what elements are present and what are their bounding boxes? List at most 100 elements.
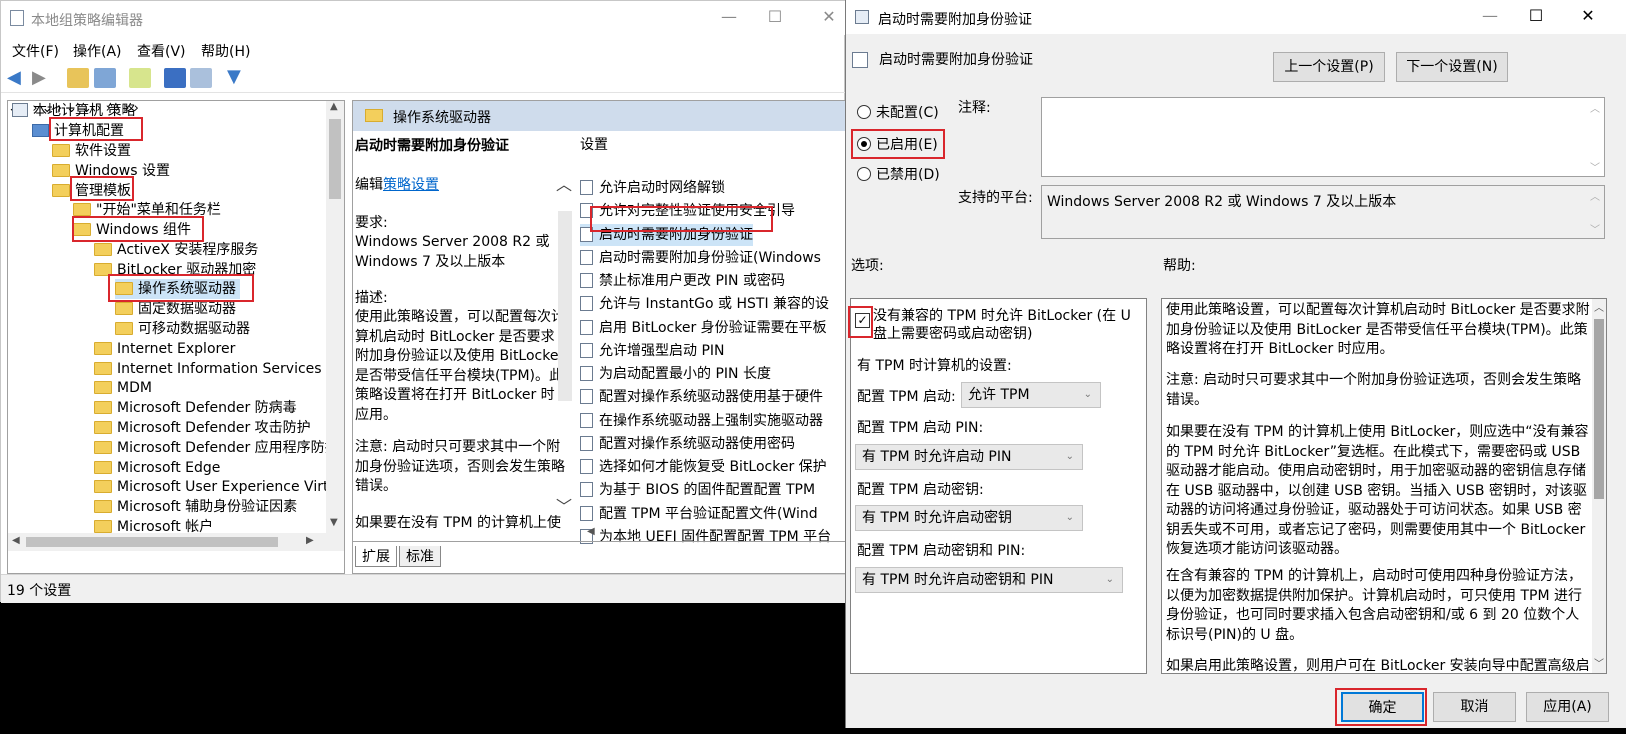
scroll-up-icon[interactable]: ︿: [1594, 299, 1604, 314]
list-scroll-down-icon[interactable]: ﹀: [556, 493, 572, 517]
close-icon[interactable]: ✕: [1568, 6, 1608, 30]
tree-vertical-scrollbar[interactable]: ▲ ▼: [326, 101, 344, 533]
menu-file[interactable]: 文件(F): [12, 41, 59, 61]
close-icon[interactable]: ✕: [809, 7, 849, 31]
settings-column-header[interactable]: 设置: [580, 133, 608, 157]
tree-computer-config[interactable]: 计算机配置: [32, 121, 124, 141]
setting-item[interactable]: 配置 TPM 平台验证配置文件(Wind: [580, 503, 818, 525]
tree-aux-auth[interactable]: Microsoft 辅助身份验证因素: [94, 497, 297, 517]
scroll-down-icon[interactable]: ﹀: [1590, 221, 1600, 236]
tab-extended[interactable]: 扩展: [355, 546, 397, 567]
setting-item[interactable]: 启动时需要附加身份验证: [580, 224, 753, 246]
setting-item[interactable]: 配置对操作系统驱动器使用基于硬件: [580, 386, 823, 408]
tree-start-menu[interactable]: "开始"菜单和任务栏: [73, 200, 221, 220]
ok-button[interactable]: 确定: [1341, 692, 1424, 722]
scroll-up-icon[interactable]: ︿: [1590, 100, 1600, 115]
scroll-thumb[interactable]: [1594, 319, 1604, 499]
help-panel: 使用此策略设置，可以配置每次计算机启动时 BitLocker 是否要求附加身份验…: [1161, 298, 1607, 674]
folder-icon: [73, 203, 91, 216]
setting-item[interactable]: 配置对操作系统驱动器使用密码: [580, 433, 795, 455]
tab-standard[interactable]: 标准: [399, 546, 441, 567]
checkbox-label-line1[interactable]: 没有兼容的 TPM 时允许 BitLocker (在 U: [873, 305, 1131, 325]
scroll-thumb[interactable]: [26, 537, 278, 547]
tree-windows-components[interactable]: Windows 组件: [73, 220, 191, 240]
tree-windows-settings[interactable]: Windows 设置: [52, 161, 170, 181]
setting-item[interactable]: 允许与 InstantGo 或 HSTI 兼容的设: [580, 293, 829, 315]
tree-admin-templates[interactable]: 管理模板: [52, 181, 131, 201]
scroll-down-icon[interactable]: ﹀: [1594, 655, 1604, 670]
maximize-icon[interactable]: ☐: [1516, 6, 1556, 30]
properties-icon[interactable]: [190, 68, 212, 88]
radio-disabled[interactable]: [857, 167, 871, 181]
radio-enabled-label[interactable]: 已启用(E): [876, 134, 938, 154]
edit-policy-link[interactable]: 策略设置: [383, 177, 439, 193]
radio-not-configured[interactable]: [857, 105, 871, 119]
setting-item[interactable]: 禁止标准用户更改 PIN 或密码: [580, 270, 785, 292]
tree-activex[interactable]: ActiveX 安装程序服务: [94, 240, 258, 260]
help-scrollbar[interactable]: ︿ ﹀: [1592, 299, 1606, 673]
tree-bitlocker[interactable]: BitLocker 驱动器加密: [94, 260, 256, 280]
show-hide-tree-icon[interactable]: [94, 68, 116, 88]
scroll-down-icon[interactable]: ▼: [330, 517, 338, 528]
tpm-startup-select[interactable]: 允许 TPM ⌄: [961, 382, 1101, 408]
setting-item[interactable]: 启用 BitLocker 身份验证需要在平板: [580, 317, 827, 339]
setting-item[interactable]: 在操作系统驱动器上强制实施驱动器: [580, 410, 823, 432]
checkbox-label-line2[interactable]: 盘上需要密码或启动密钥): [873, 323, 1032, 343]
scroll-up-icon[interactable]: ▲: [330, 101, 338, 112]
scroll-right-icon[interactable]: ▶: [306, 535, 314, 546]
up-folder-icon[interactable]: [67, 68, 89, 88]
setting-item[interactable]: 允许增强型启动 PIN: [580, 340, 725, 362]
tree-root[interactable]: 本地计算机 策略: [12, 101, 135, 121]
scroll-left-icon[interactable]: ◀: [12, 535, 20, 546]
tree-iis[interactable]: Internet Information Services: [94, 359, 322, 379]
export-list-icon[interactable]: [129, 68, 151, 88]
allow-without-tpm-checkbox[interactable]: ✓: [855, 313, 870, 328]
list-scrollbar-track[interactable]: [558, 211, 572, 401]
tree-removable-drives[interactable]: 可移动数据驱动器: [115, 319, 250, 339]
minimize-icon[interactable]: —: [1470, 6, 1510, 30]
tree-horizontal-scrollbar[interactable]: ◀ ▶: [8, 533, 344, 551]
tpm-pin-select[interactable]: 有 TPM 时允许启动 PIN ⌄: [855, 444, 1083, 470]
menu-help[interactable]: 帮助(H): [201, 41, 250, 61]
tree-ie[interactable]: Internet Explorer: [94, 339, 235, 359]
setting-item[interactable]: 允许启动时网络解锁: [580, 177, 725, 199]
setting-item[interactable]: 为基于 BIOS 的固件配置配置 TPM: [580, 479, 815, 501]
forward-icon[interactable]: ▶: [32, 67, 46, 88]
tree-edge[interactable]: Microsoft Edge: [94, 458, 220, 478]
radio-disabled-label[interactable]: 已禁用(D): [876, 164, 940, 184]
filter-icon[interactable]: ▼: [227, 66, 241, 87]
tree-defender-exploit[interactable]: Microsoft Defender 攻击防护: [94, 418, 311, 438]
tree-software-settings[interactable]: 软件设置: [52, 141, 131, 161]
menu-view[interactable]: 查看(V): [137, 41, 186, 61]
cancel-button[interactable]: 取消: [1433, 692, 1516, 722]
tree-defender-av[interactable]: Microsoft Defender 防病毒: [94, 398, 297, 418]
apply-button[interactable]: 应用(A): [1526, 692, 1609, 722]
scroll-up-icon[interactable]: ︿: [1590, 188, 1600, 203]
scroll-down-icon[interactable]: ﹀: [1590, 159, 1600, 174]
tree-fixed-drives[interactable]: 固定数据驱动器: [115, 299, 236, 319]
setting-item[interactable]: 允许对完整性验证使用安全引导: [580, 200, 795, 222]
setting-item[interactable]: 启动时需要附加身份验证(Windows: [580, 247, 821, 269]
prev-setting-button[interactable]: 上一个设置(P): [1273, 52, 1385, 82]
setting-item[interactable]: 为启动配置最小的 PIN 长度: [580, 363, 771, 385]
scroll-thumb[interactable]: [329, 119, 341, 199]
setting-item[interactable]: 选择如何才能恢复受 BitLocker 保护: [580, 456, 827, 478]
tree-defender-app[interactable]: Microsoft Defender 应用程序防护: [94, 438, 339, 458]
tree-mdm[interactable]: MDM: [94, 378, 152, 398]
menu-action[interactable]: 操作(A): [73, 41, 122, 61]
tree-uev[interactable]: Microsoft User Experience Virtual: [94, 477, 344, 497]
minimize-icon[interactable]: —: [709, 7, 749, 31]
maximize-icon[interactable]: ☐: [755, 7, 795, 31]
radio-not-configured-label[interactable]: 未配置(C): [876, 102, 939, 122]
list-scroll-up-icon[interactable]: ︿: [556, 171, 572, 195]
tpm-key-select[interactable]: 有 TPM 时允许启动密钥 ⌄: [855, 505, 1083, 531]
details-header-title: 操作系统驱动器: [393, 110, 491, 126]
tpm-key-pin-select[interactable]: 有 TPM 时允许启动密钥和 PIN ⌄: [855, 567, 1123, 593]
back-icon[interactable]: ◀: [7, 67, 21, 88]
list-hscroll-left-icon[interactable]: ◀: [587, 526, 595, 537]
comment-field[interactable]: ︿ ﹀: [1041, 97, 1605, 177]
help-icon[interactable]: [164, 68, 186, 88]
next-setting-button[interactable]: 下一个设置(N): [1396, 52, 1508, 82]
tree-os-drives[interactable]: 操作系统驱动器: [115, 279, 240, 299]
radio-enabled[interactable]: [857, 137, 871, 151]
